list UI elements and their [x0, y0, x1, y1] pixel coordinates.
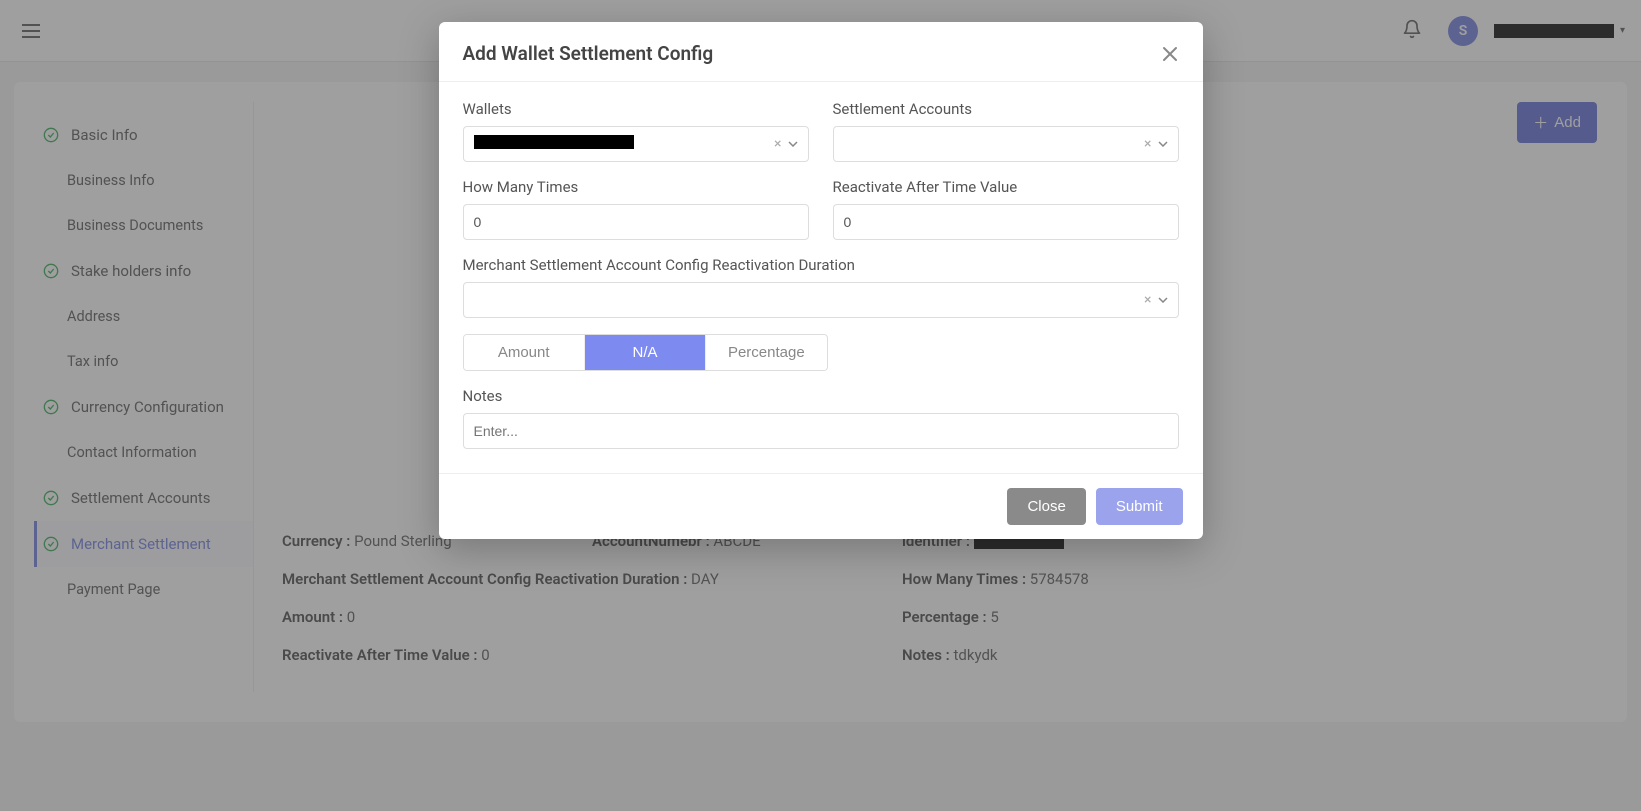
- modal-title: Add Wallet Settlement Config: [463, 42, 714, 65]
- segment-amount[interactable]: Amount: [464, 335, 584, 370]
- clear-icon[interactable]: ×: [1138, 292, 1157, 308]
- clear-icon[interactable]: ×: [768, 136, 787, 152]
- close-icon[interactable]: [1161, 45, 1179, 63]
- type-segment: Amount N/A Percentage: [463, 334, 828, 371]
- close-button[interactable]: Close: [1007, 488, 1085, 525]
- how-many-times-input-wrap: [463, 204, 809, 240]
- wallets-select[interactable]: ×: [463, 126, 809, 162]
- submit-button[interactable]: Submit: [1096, 488, 1183, 525]
- reactivate-after-label: Reactivate After Time Value: [833, 178, 1179, 196]
- clear-icon[interactable]: ×: [1138, 136, 1157, 152]
- segment-na[interactable]: N/A: [584, 335, 705, 370]
- wallets-label: Wallets: [463, 100, 809, 118]
- notes-input-wrap: [463, 413, 1179, 449]
- reactivate-after-input[interactable]: [844, 214, 1168, 230]
- how-many-times-label: How Many Times: [463, 178, 809, 196]
- reactivate-after-input-wrap: [833, 204, 1179, 240]
- notes-input[interactable]: [474, 423, 1168, 439]
- reactivation-duration-label: Merchant Settlement Account Config React…: [463, 256, 1179, 274]
- reactivation-duration-select[interactable]: ×: [463, 282, 1179, 318]
- settlement-accounts-label: Settlement Accounts: [833, 100, 1179, 118]
- chevron-down-icon[interactable]: [788, 141, 798, 147]
- notes-label: Notes: [463, 387, 1179, 405]
- settlement-accounts-select[interactable]: ×: [833, 126, 1179, 162]
- modal-add-wallet-settlement: Add Wallet Settlement Config Wallets ×: [439, 22, 1203, 539]
- chevron-down-icon[interactable]: [1158, 141, 1168, 147]
- modal-overlay[interactable]: Add Wallet Settlement Config Wallets ×: [0, 0, 1641, 811]
- how-many-times-input[interactable]: [474, 214, 798, 230]
- wallets-value-redacted: [474, 135, 634, 149]
- segment-percentage[interactable]: Percentage: [705, 335, 826, 370]
- chevron-down-icon[interactable]: [1158, 297, 1168, 303]
